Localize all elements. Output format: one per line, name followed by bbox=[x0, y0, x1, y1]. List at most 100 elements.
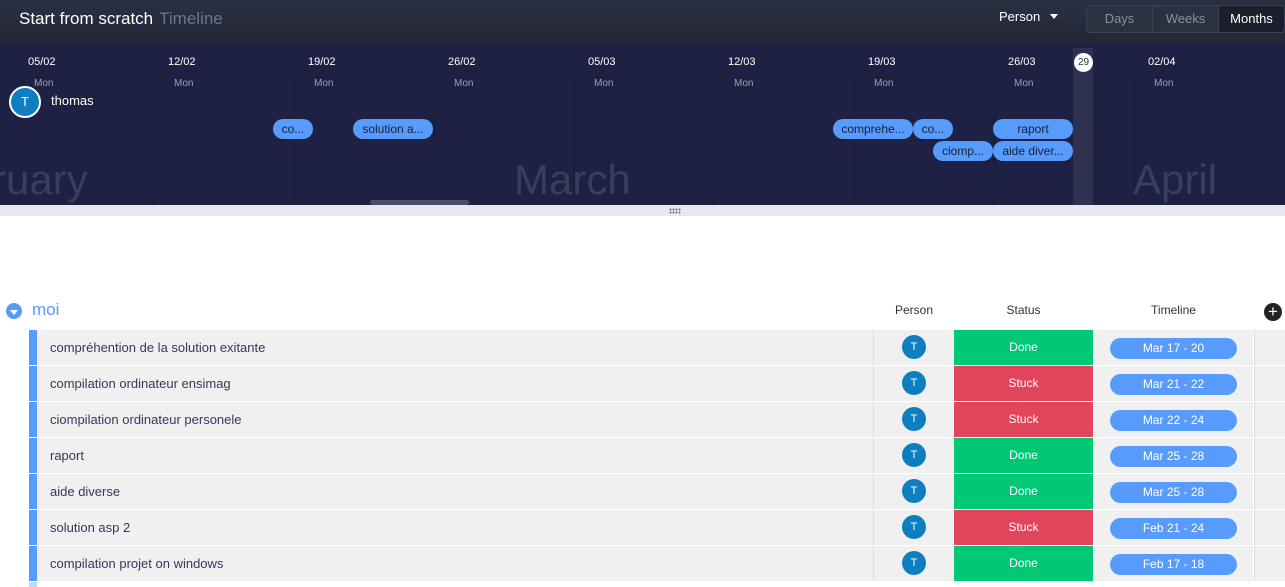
board-header: Start from scratch Timeline Person Days W… bbox=[0, 0, 1285, 44]
timeline-bar[interactable]: raport bbox=[993, 119, 1073, 139]
table-row[interactable]: raport T Done Mar 25 - 28 bbox=[29, 438, 1285, 473]
day-label: Mon bbox=[734, 78, 754, 89]
timeline-bar[interactable]: comprehe... bbox=[833, 119, 913, 139]
timeline-cell[interactable]: Mar 21 - 22 bbox=[1094, 366, 1253, 401]
date-label: 19/02 bbox=[308, 56, 336, 68]
table-row[interactable]: compilation projet on windows T Done Feb… bbox=[29, 546, 1285, 581]
drag-handle-icon[interactable] bbox=[669, 208, 681, 214]
group-title[interactable]: moi bbox=[32, 300, 59, 320]
item-name-cell[interactable]: raport bbox=[37, 438, 902, 473]
item-name: compréhention de la solution exitante bbox=[50, 340, 266, 355]
person-cell[interactable]: T bbox=[873, 510, 954, 545]
row-color-bar bbox=[29, 546, 37, 581]
avatar: T bbox=[902, 515, 926, 539]
month-label-april: April bbox=[1133, 156, 1218, 203]
row-end-cell bbox=[1254, 546, 1285, 581]
table-row[interactable]: compréhention de la solution exitante T … bbox=[29, 330, 1285, 365]
today-marker: 29 bbox=[1074, 53, 1093, 72]
view-name: Timeline bbox=[159, 9, 223, 28]
table-row[interactable]: solution asp 2 T Stuck Feb 21 - 24 bbox=[29, 510, 1285, 545]
timeline-range[interactable]: Mar 21 - 22 bbox=[1110, 374, 1237, 395]
day-label: Mon bbox=[874, 78, 894, 89]
timeline-chart[interactable]: ruary March April 05/02 12/02 19/02 26/0… bbox=[0, 44, 1285, 205]
column-header-person[interactable]: Person bbox=[874, 303, 954, 317]
timeline-bar[interactable]: ciomp... bbox=[933, 141, 993, 161]
row-color-bar bbox=[29, 402, 37, 437]
status-cell[interactable]: Done bbox=[954, 438, 1093, 473]
item-name: compilation ordinateur ensimag bbox=[50, 376, 231, 391]
timeline-range[interactable]: Mar 25 - 28 bbox=[1110, 446, 1237, 467]
group-by-label: Person bbox=[999, 9, 1041, 24]
item-name-cell[interactable]: ciompilation ordinateur personele bbox=[37, 402, 902, 437]
group-by-dropdown[interactable]: Person bbox=[999, 9, 1059, 24]
board-title-text: Start from scratch bbox=[19, 9, 154, 28]
table-row[interactable]: aide diverse T Done Mar 25 - 28 bbox=[29, 474, 1285, 509]
row-end-cell bbox=[1254, 474, 1285, 509]
row-color-bar bbox=[29, 582, 37, 587]
weeks-view-button[interactable]: Weeks bbox=[1153, 6, 1219, 32]
avatar: T bbox=[902, 551, 926, 575]
timeline-cell[interactable]: Mar 17 - 20 bbox=[1094, 330, 1253, 365]
timeline-bar[interactable]: solution a... bbox=[353, 119, 433, 139]
item-name: solution asp 2 bbox=[50, 520, 131, 535]
row-color-bar bbox=[29, 474, 37, 509]
item-name-cell[interactable]: aide diverse bbox=[37, 474, 902, 509]
person-cell[interactable]: T bbox=[873, 366, 954, 401]
days-view-button[interactable]: Days bbox=[1087, 6, 1153, 32]
timeline-cell[interactable]: Feb 21 - 24 bbox=[1094, 510, 1253, 545]
month-label-march: March bbox=[514, 156, 631, 203]
person-cell[interactable]: T bbox=[873, 438, 954, 473]
status-cell[interactable]: Done bbox=[954, 474, 1093, 509]
resize-divider[interactable] bbox=[0, 205, 1285, 216]
row-end-cell bbox=[1254, 330, 1285, 365]
avatar: T bbox=[902, 335, 926, 359]
row-end-cell bbox=[1254, 438, 1285, 473]
status-cell[interactable]: Stuck bbox=[954, 366, 1093, 401]
status-cell[interactable]: Stuck bbox=[954, 402, 1093, 437]
person-cell[interactable]: T bbox=[873, 474, 954, 509]
person-cell[interactable]: T bbox=[873, 546, 954, 581]
timeline-range[interactable]: Feb 21 - 24 bbox=[1110, 518, 1237, 539]
status-cell[interactable]: Done bbox=[954, 330, 1093, 365]
timeline-range[interactable]: Mar 17 - 20 bbox=[1110, 338, 1237, 359]
item-name-cell[interactable]: compilation ordinateur ensimag bbox=[37, 366, 902, 401]
avatar: T bbox=[902, 371, 926, 395]
avatar[interactable]: T bbox=[9, 86, 41, 118]
person-cell[interactable]: T bbox=[873, 330, 954, 365]
row-color-bar bbox=[29, 330, 37, 365]
avatar: T bbox=[902, 443, 926, 467]
timeline-cell[interactable]: Feb 17 - 18 bbox=[1094, 546, 1253, 581]
table-row[interactable]: ciompilation ordinateur personele T Stuc… bbox=[29, 402, 1285, 437]
timeline-bar[interactable]: co... bbox=[273, 119, 313, 139]
item-name-cell[interactable]: compilation projet on windows bbox=[37, 546, 902, 581]
row-color-bar bbox=[29, 366, 37, 401]
timeline-bar[interactable]: co... bbox=[913, 119, 953, 139]
group-collapse-button[interactable] bbox=[6, 303, 22, 319]
column-header-timeline[interactable]: Timeline bbox=[1094, 303, 1253, 317]
timeline-bar[interactable]: aide diver... bbox=[993, 141, 1073, 161]
board-title: Start from scratch Timeline bbox=[19, 9, 223, 29]
date-label: 05/03 bbox=[588, 56, 616, 68]
week-gridline bbox=[714, 78, 715, 205]
column-header-status[interactable]: Status bbox=[954, 303, 1093, 317]
timeline-cell[interactable]: Mar 25 - 28 bbox=[1094, 438, 1253, 473]
person-cell[interactable]: T bbox=[873, 402, 954, 437]
timeline-range[interactable]: Mar 22 - 24 bbox=[1110, 410, 1237, 431]
item-name-cell[interactable]: solution asp 2 bbox=[37, 510, 902, 545]
timeline-range[interactable]: Mar 25 - 28 bbox=[1110, 482, 1237, 503]
timeline-cell[interactable]: Mar 22 - 24 bbox=[1094, 402, 1253, 437]
day-label: Mon bbox=[314, 78, 334, 89]
status-cell[interactable]: Done bbox=[954, 546, 1093, 581]
item-name: aide diverse bbox=[50, 484, 121, 499]
item-name-cell[interactable]: compréhention de la solution exitante bbox=[37, 330, 902, 365]
timeline-cell[interactable]: Mar 25 - 28 bbox=[1094, 474, 1253, 509]
item-name: ciompilation ordinateur personele bbox=[50, 412, 242, 427]
item-name: raport bbox=[50, 448, 84, 463]
add-column-button[interactable]: + bbox=[1264, 303, 1282, 321]
timeline-range[interactable]: Feb 17 - 18 bbox=[1110, 554, 1237, 575]
chevron-down-icon bbox=[10, 309, 18, 315]
months-view-button[interactable]: Months bbox=[1219, 6, 1284, 32]
table-row[interactable]: compilation ordinateur ensimag T Stuck M… bbox=[29, 366, 1285, 401]
week-gridline bbox=[154, 78, 155, 205]
status-cell[interactable]: Stuck bbox=[954, 510, 1093, 545]
